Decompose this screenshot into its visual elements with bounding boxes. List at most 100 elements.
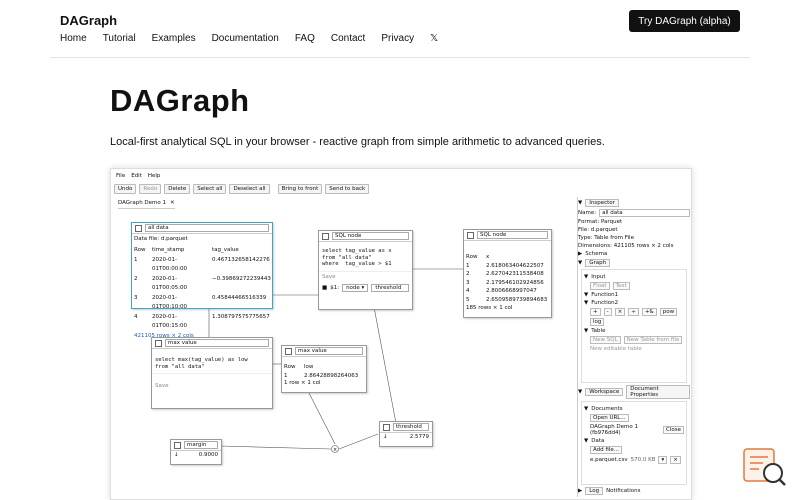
help-search-icon[interactable] — [741, 445, 787, 491]
new-sql-button[interactable]: New SQL — [590, 336, 621, 344]
document-properties-tab[interactable]: Document Properties — [626, 385, 690, 399]
collapse-icon[interactable]: ▼ — [584, 328, 588, 334]
nav-documentation[interactable]: Documentation — [212, 33, 279, 44]
close-icon[interactable]: ✕ — [170, 200, 175, 206]
param-value-input[interactable]: threshold — [371, 283, 409, 292]
nav-tutorial[interactable]: Tutorial — [103, 33, 136, 44]
node-title[interactable]: max value — [165, 339, 269, 347]
new-table-from-file-button[interactable]: New Table from file — [623, 336, 683, 344]
node-title[interactable]: all data — [145, 224, 269, 232]
bring-to-front-button[interactable]: Bring to front — [277, 184, 323, 194]
collapse-icon[interactable]: ▼ — [578, 200, 582, 206]
float-button[interactable]: Float — [590, 282, 610, 290]
nav-home[interactable]: Home — [60, 33, 87, 44]
notifications-tab[interactable]: Notifications — [606, 488, 640, 494]
expand-icon[interactable]: ▶ — [578, 251, 582, 257]
menu-help[interactable]: Help — [148, 173, 161, 179]
node-checkbox[interactable] — [285, 347, 292, 355]
select-all-button[interactable]: Select all — [193, 184, 227, 194]
deselect-all-button[interactable]: Deselect all — [229, 184, 270, 194]
op-concat-button[interactable]: +& — [641, 308, 657, 316]
function2-section[interactable]: Function2 — [591, 300, 618, 306]
collapse-icon[interactable]: ▼ — [584, 406, 588, 412]
try-dagraph-button[interactable]: Try DAGraph (alpha) — [629, 10, 740, 32]
delete-button[interactable]: Delete — [164, 184, 191, 194]
op-log-button[interactable]: log — [590, 318, 605, 326]
margin-node[interactable]: margin ↓ 0.9000 — [170, 439, 222, 465]
node-checkbox[interactable] — [135, 224, 142, 232]
max-value-query-node[interactable]: max value select max(tag_value) as low f… — [151, 337, 273, 409]
send-to-back-button[interactable]: Send to back — [325, 184, 370, 194]
menu-edit[interactable]: Edit — [131, 173, 142, 179]
brand-logo[interactable]: DAGraph — [60, 13, 117, 28]
collapse-icon[interactable]: ▼ — [584, 292, 588, 298]
expand-icon[interactable]: ▶ — [578, 488, 582, 494]
redo-button[interactable]: Redo — [139, 184, 162, 194]
document-tab[interactable]: DAGraph Demo 1 ✕ — [118, 200, 175, 209]
app-menubar: File Edit Help — [116, 173, 160, 179]
op-subtract-button[interactable]: - — [603, 308, 612, 316]
menu-file[interactable]: File — [116, 173, 125, 179]
save-button[interactable]: Save — [319, 270, 412, 282]
function1-section[interactable]: Function1 — [591, 292, 618, 298]
op-multiply-button[interactable]: × — [614, 308, 626, 316]
file-remove-button[interactable]: × — [670, 456, 681, 464]
nav-contact[interactable]: Contact — [331, 33, 365, 44]
close-document-button[interactable]: Close — [663, 426, 684, 434]
collapse-icon[interactable]: ▼ — [584, 274, 588, 280]
nav-privacy[interactable]: Privacy — [381, 33, 414, 44]
table-section[interactable]: Table — [591, 328, 605, 334]
log-tab[interactable]: Log — [585, 487, 604, 495]
sql-editor[interactable]: select max(tag_value) as low from "all d… — [152, 349, 272, 373]
node-title[interactable]: SQL node — [332, 232, 409, 240]
param-type-select[interactable]: node ▾ — [342, 283, 369, 292]
graph-canvas[interactable]: × all data Data file: d.parquet Row time_… — [113, 209, 575, 497]
sql-editor[interactable]: select tag_value as x from "all data" wh… — [319, 242, 412, 271]
data-file-name[interactable]: e.parquet.csv — [590, 457, 628, 463]
sql-node[interactable]: SQL node select tag_value as x from "all… — [318, 230, 413, 310]
node-title[interactable]: SQL node — [477, 231, 548, 239]
add-file-button[interactable]: Add file... — [590, 446, 623, 454]
all-data-node[interactable]: all data Data file: d.parquet Row time_st… — [131, 222, 273, 339]
node-checkbox[interactable] — [155, 339, 162, 347]
name-input[interactable]: all data — [599, 209, 690, 217]
node-title[interactable]: margin — [184, 441, 218, 449]
save-button[interactable]: Save — [152, 373, 272, 389]
nav-faq[interactable]: FAQ — [295, 33, 315, 44]
new-editable-table-button[interactable]: New editable table — [590, 346, 642, 352]
node-title[interactable]: max value — [295, 347, 363, 355]
x-icon[interactable]: 𝕏 — [430, 33, 438, 44]
param-checkbox[interactable]: ■ — [322, 285, 327, 291]
file-menu-button[interactable]: ▾ — [658, 456, 668, 464]
max-value-result-node[interactable]: max value Row low 1 2.86428898264063 1 row… — [281, 345, 367, 393]
op-divide-button[interactable]: ÷ — [628, 308, 639, 316]
text-button[interactable]: Text — [612, 282, 630, 290]
node-checkbox[interactable] — [383, 423, 390, 431]
documents-section[interactable]: Documents — [591, 406, 622, 412]
node-checkbox[interactable] — [467, 231, 474, 239]
node-title[interactable]: threshold — [393, 423, 429, 431]
node-checkbox[interactable] — [322, 232, 329, 240]
document-item[interactable]: DAGraph Demo 1 (fb976dd4) — [590, 424, 660, 436]
collapse-icon[interactable]: ▼ — [578, 389, 582, 395]
workspace-tab[interactable]: Workspace — [585, 388, 624, 396]
input-section[interactable]: Input — [591, 274, 605, 280]
collapse-icon[interactable]: ▼ — [584, 300, 588, 306]
threshold-node[interactable]: threshold ↓ 2.5779 — [379, 421, 433, 447]
cell: 2020-01-01T00:15:00 — [152, 313, 188, 330]
schema-section[interactable]: Schema — [585, 251, 607, 257]
op-pow-button[interactable]: pow — [659, 308, 678, 316]
graph-tab[interactable]: Graph — [585, 259, 611, 267]
inspector-tab[interactable]: Inspector — [585, 199, 619, 207]
node-checkbox[interactable] — [174, 441, 181, 449]
nav-examples[interactable]: Examples — [152, 33, 196, 44]
data-section[interactable]: Data — [591, 438, 604, 444]
collapse-icon[interactable]: ▼ — [578, 260, 582, 266]
margin-value[interactable]: 0.9000 — [199, 452, 218, 458]
collapse-icon[interactable]: ▼ — [584, 438, 588, 444]
undo-button[interactable]: Undo — [114, 184, 137, 194]
col-header: Row — [466, 254, 478, 260]
open-url-button[interactable]: Open URL... — [590, 414, 629, 422]
op-add-button[interactable]: + — [590, 308, 601, 316]
sql-result-node[interactable]: SQL node Row x 1 2.618063404622507 2 2.6270… — [463, 229, 552, 318]
